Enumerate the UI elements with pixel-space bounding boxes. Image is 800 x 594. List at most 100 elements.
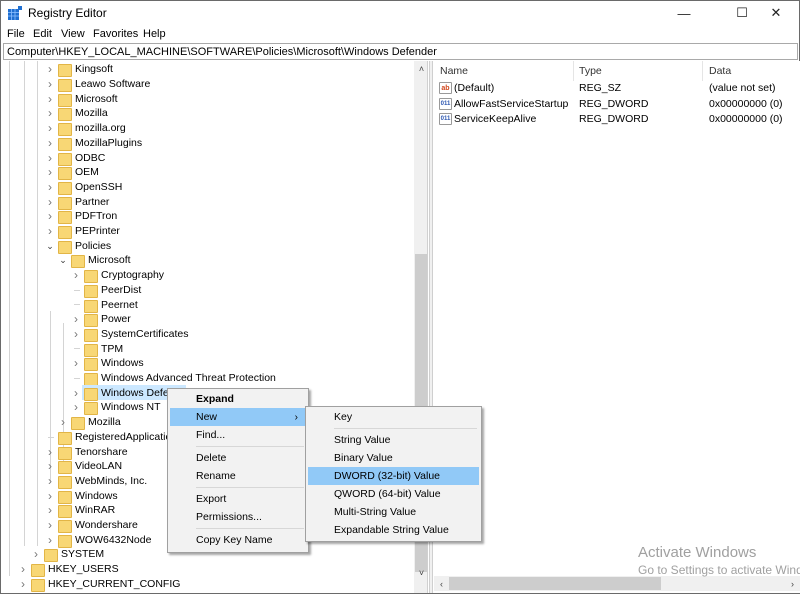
tree-item[interactable]: › Mozilla xyxy=(45,106,109,122)
tree-item[interactable]: › OpenSSH xyxy=(45,180,123,195)
menu-help[interactable]: Help xyxy=(143,28,166,40)
tree-item[interactable]: › Power xyxy=(71,312,132,328)
column-header-name[interactable]: Name xyxy=(440,65,468,77)
context-menu-copy-key-name[interactable]: Copy Key Name xyxy=(170,531,306,549)
new-submenu-dword-32-bit-value[interactable]: DWORD (32-bit) Value xyxy=(308,467,479,485)
tree-item[interactable]: › Tenorshare xyxy=(45,444,129,460)
tree-item[interactable]: ⌄ Policies xyxy=(45,238,112,254)
new-submenu-multi-string-value[interactable]: Multi-String Value xyxy=(308,503,479,521)
chevron-right-icon[interactable]: › xyxy=(45,121,55,135)
chevron-right-icon[interactable]: › xyxy=(71,327,81,341)
tree-item[interactable]: › SystemCertificates xyxy=(71,327,190,342)
chevron-right-icon[interactable]: › xyxy=(45,518,55,532)
tree-item[interactable]: › ODBC xyxy=(45,150,106,166)
context-menu-find[interactable]: Find... xyxy=(170,426,306,444)
new-submenu-string-value[interactable]: String Value xyxy=(308,431,479,449)
values-scroll-thumb[interactable] xyxy=(449,577,661,590)
menu-view[interactable]: View xyxy=(61,28,85,40)
tree-item[interactable]: › VideoLAN xyxy=(45,459,123,475)
context-menu-rename[interactable]: Rename xyxy=(170,467,306,485)
chevron-right-icon[interactable]: › xyxy=(71,356,81,370)
tree-item[interactable]: › SYSTEM xyxy=(31,547,105,563)
scroll-right-arrow[interactable]: › xyxy=(785,576,800,591)
tree-item[interactable]: › WinRAR xyxy=(45,503,116,519)
tree-item[interactable]: › MozillaPlugins xyxy=(45,136,143,151)
chevron-right-icon[interactable]: › xyxy=(45,151,55,165)
chevron-right-icon[interactable]: › xyxy=(18,562,28,576)
tree-item[interactable]: RegisteredApplications xyxy=(45,430,183,445)
scroll-down-arrow[interactable]: ˅ xyxy=(414,565,427,580)
tree-item[interactable]: Windows Advanced Threat Protection xyxy=(71,371,277,387)
tree-item[interactable]: TPM xyxy=(71,341,124,357)
chevron-right-icon[interactable]: › xyxy=(31,547,41,561)
chevron-right-icon[interactable]: › xyxy=(45,136,55,150)
tree-item[interactable]: › Wondershare xyxy=(45,518,139,534)
tree-item[interactable]: › HKEY_USERS xyxy=(18,562,120,578)
scroll-up-arrow[interactable]: ˄ xyxy=(414,61,427,76)
close-button[interactable]: ✕ xyxy=(753,1,799,25)
tree-item[interactable]: › mozilla.org xyxy=(45,121,127,137)
chevron-right-icon[interactable]: › xyxy=(45,224,55,238)
chevron-right-icon[interactable]: › xyxy=(45,165,55,179)
chevron-right-icon[interactable]: › xyxy=(45,209,55,223)
value-row[interactable]: 011 AllowFastServiceStartup REG_DWORD 0x000… xyxy=(434,97,800,112)
tree-item[interactable]: › Microsoft xyxy=(45,91,119,107)
new-submenu-qword-64-bit-value[interactable]: QWORD (64-bit) Value xyxy=(308,485,479,503)
context-menu-permissions[interactable]: Permissions... xyxy=(170,508,306,526)
tree-item[interactable]: › WebMinds, Inc. xyxy=(45,474,148,489)
chevron-down-icon[interactable]: ⌄ xyxy=(58,256,68,265)
tree-item[interactable]: › OEM xyxy=(45,165,100,181)
values-horizontal-scrollbar[interactable]: ‹ › xyxy=(434,576,800,591)
column-divider[interactable] xyxy=(702,61,703,81)
scroll-left-arrow[interactable]: ‹ xyxy=(434,576,449,591)
chevron-right-icon[interactable]: › xyxy=(71,400,81,414)
tree-item[interactable]: › PEPrinter xyxy=(45,224,121,240)
tree-item[interactable]: › WOW6432Node xyxy=(45,532,152,548)
chevron-right-icon[interactable]: › xyxy=(71,268,81,282)
tree-item[interactable]: ⌄ Microsoft xyxy=(58,253,132,269)
chevron-right-icon[interactable]: › xyxy=(45,106,55,120)
chevron-right-icon[interactable]: › xyxy=(45,489,55,503)
tree-item[interactable]: › Windows xyxy=(71,356,145,372)
tree-item[interactable]: › Mozilla xyxy=(58,415,122,431)
value-row[interactable]: ab (Default) REG_SZ (value not set) xyxy=(434,81,800,96)
tree-item[interactable]: › Partner xyxy=(45,194,110,210)
tree-item[interactable]: › Windows xyxy=(45,488,119,504)
tree-item[interactable]: PeerDist xyxy=(71,283,142,298)
menu-favorites[interactable]: Favorites xyxy=(93,28,138,40)
chevron-down-icon[interactable]: ⌄ xyxy=(45,241,55,250)
chevron-right-icon[interactable]: › xyxy=(45,77,55,91)
value-row[interactable]: 011 ServiceKeepAlive REG_DWORD 0x00000000 (… xyxy=(434,112,800,127)
context-menu-export[interactable]: Export xyxy=(170,490,306,508)
context-menu-expand[interactable]: Expand xyxy=(170,390,306,408)
chevron-right-icon[interactable]: › xyxy=(45,445,55,459)
chevron-right-icon[interactable]: › xyxy=(71,386,81,400)
chevron-right-icon[interactable]: › xyxy=(58,415,68,429)
chevron-right-icon[interactable]: › xyxy=(18,577,28,591)
chevron-right-icon[interactable]: › xyxy=(45,92,55,106)
chevron-right-icon[interactable]: › xyxy=(45,533,55,547)
column-divider[interactable] xyxy=(573,61,574,81)
chevron-right-icon[interactable]: › xyxy=(45,195,55,209)
tree-item[interactable]: › Leawo Software xyxy=(45,77,151,93)
column-header-data[interactable]: Data xyxy=(709,65,731,77)
address-bar[interactable]: Computer\HKEY_LOCAL_MACHINE\SOFTWARE\Pol… xyxy=(3,43,798,60)
chevron-right-icon[interactable]: › xyxy=(45,62,55,76)
context-menu-new[interactable]: New › xyxy=(170,408,306,426)
chevron-right-icon[interactable]: › xyxy=(71,312,81,326)
tree-item[interactable]: › Kingsoft xyxy=(45,62,114,78)
tree-item[interactable]: › Cryptography xyxy=(71,268,165,284)
new-submenu-expandable-string-value[interactable]: Expandable String Value xyxy=(308,521,479,539)
column-header-type[interactable]: Type xyxy=(579,65,602,77)
tree-item[interactable]: › Windows NT xyxy=(71,400,162,416)
menu-edit[interactable]: Edit xyxy=(33,28,52,40)
tree-item[interactable]: Peernet xyxy=(71,297,139,313)
values-list[interactable]: Name Type Data ab (Default) REG_SZ (value n… xyxy=(434,61,800,593)
chevron-right-icon[interactable]: › xyxy=(45,503,55,517)
context-menu-delete[interactable]: Delete xyxy=(170,449,306,467)
menu-file[interactable]: File xyxy=(7,28,25,40)
new-submenu-binary-value[interactable]: Binary Value xyxy=(308,449,479,467)
tree-item[interactable]: › PDFTron xyxy=(45,209,118,225)
new-submenu-key[interactable]: Key xyxy=(308,408,479,426)
chevron-right-icon[interactable]: › xyxy=(45,474,55,488)
